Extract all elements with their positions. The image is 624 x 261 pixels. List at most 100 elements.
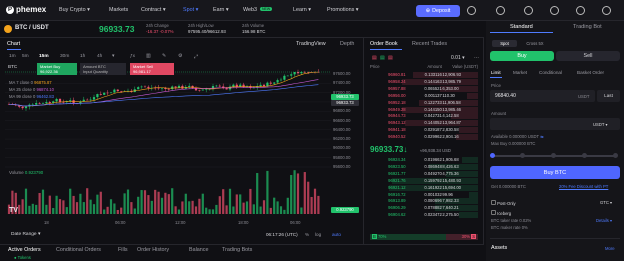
- log-toggle[interactable]: log: [315, 232, 321, 237]
- ask-row[interactable]: 96952.18 0.122733 11,906.58: [370, 99, 478, 106]
- tf-more-icon[interactable]: ▾: [112, 54, 114, 59]
- candle-body: [48, 102, 51, 104]
- tab-balance[interactable]: Balance: [189, 247, 208, 253]
- ob-view-asks-icon[interactable]: ▤: [388, 55, 393, 61]
- menu-item-contract[interactable]: Contract ▾: [141, 7, 166, 13]
- bid-row[interactable]: 96921.76 0.159792 15,480.93: [370, 177, 478, 184]
- bid-row[interactable]: 96921.12 0.161922 15,694.00: [370, 184, 478, 191]
- percent-toggle[interactable]: %: [305, 232, 309, 237]
- bid-row[interactable]: 96904.62 0.023472 2,275.50: [370, 212, 478, 219]
- market-buy-button[interactable]: Market Buy 96,922.36: [37, 63, 77, 75]
- slider-tick-50[interactable]: [551, 153, 556, 158]
- ask-row[interactable]: 96943.12 0.144052 13,964.87: [370, 120, 478, 127]
- assets-more-link[interactable]: More: [605, 246, 615, 251]
- last-price-button[interactable]: Last: [597, 90, 620, 102]
- ask-row[interactable]: 96956.00 0.001137 110.30: [370, 92, 478, 99]
- sell-tab[interactable]: Sell: [556, 51, 620, 61]
- market-sell-button[interactable]: Market Sell 96,981.17: [130, 63, 174, 75]
- order-type-basket[interactable]: Basket Order: [577, 70, 604, 75]
- bid-row[interactable]: 96921.77 0.049270 4,775.36: [370, 170, 478, 177]
- indicator-icon[interactable]: ƒx: [130, 54, 135, 59]
- tab-active-orders[interactable]: Active Orders: [8, 247, 41, 253]
- user-icon[interactable]: [524, 6, 533, 15]
- slider-tick-25[interactable]: [520, 153, 525, 158]
- tf-1h[interactable]: 1h: [80, 54, 85, 59]
- bid-row[interactable]: 96923.50 0.086948 8,426.63: [370, 163, 478, 170]
- amount-input[interactable]: Amount BTC Input Quantity: [80, 63, 126, 75]
- order-type-conditional[interactable]: Conditional: [539, 70, 562, 75]
- bid-row[interactable]: 96913.89 0.080696 7,982.33: [370, 198, 478, 205]
- mode-cross[interactable]: Cross 5X: [520, 40, 550, 47]
- bid-row[interactable]: 96916.72 0.001032 99.96: [370, 191, 478, 198]
- volume-bar: [75, 202, 79, 214]
- tab-standard[interactable]: Standard: [510, 24, 533, 30]
- tab-order-book[interactable]: Order Book: [370, 41, 398, 47]
- menu-item-buy-crypto[interactable]: Buy Crypto ▾: [59, 7, 90, 13]
- menu-item-spot[interactable]: Spot ▾: [183, 7, 198, 13]
- volume-bar: [171, 188, 174, 214]
- tab-conditional-orders[interactable]: Conditional Orders: [56, 247, 101, 253]
- amount-unit-select[interactable]: USDT ▾: [593, 122, 608, 127]
- ask-row[interactable]: 96958.24 0.144163 13,985.79: [370, 78, 478, 85]
- slider-tick-75[interactable]: [582, 153, 587, 158]
- tab-depth[interactable]: Depth: [340, 41, 354, 47]
- mode-spot[interactable]: Spot: [492, 40, 517, 47]
- ask-row[interactable]: 96957.88 0.065521 6,353.00: [370, 85, 478, 92]
- tab-trading-bot[interactable]: Trading Bot: [573, 24, 602, 30]
- ask-row[interactable]: 96949.28 0.144150 13,985.46: [370, 106, 478, 113]
- candle-body: [273, 82, 276, 84]
- ask-row[interactable]: 96941.18 0.029187 2,830.58: [370, 127, 478, 134]
- slider-tick-100[interactable]: [613, 153, 618, 158]
- menu-item-web3[interactable]: Web3: [243, 7, 257, 13]
- fee-discount-link[interactable]: 20% Fee Discount with PT: [559, 184, 608, 189]
- download-icon[interactable]: [550, 6, 559, 15]
- order-type-limit[interactable]: Limit: [491, 70, 501, 75]
- slider-handle[interactable]: [490, 153, 495, 158]
- orders-icon[interactable]: [496, 6, 505, 15]
- post-only-checkbox[interactable]: Post-Only: [491, 200, 516, 206]
- tf-4h[interactable]: 4h: [97, 54, 102, 59]
- candle-type-icon[interactable]: ▥: [146, 54, 151, 59]
- bid-row[interactable]: 96906.29 0.078882 7,640.21: [370, 205, 478, 212]
- tab-trading-bots[interactable]: Trading Bots: [222, 247, 252, 253]
- menu-item-promotions[interactable]: Promotions ▾: [327, 7, 358, 13]
- volume-bar: [269, 207, 272, 214]
- fee-details-link[interactable]: Details ▾: [596, 218, 612, 223]
- tif-select[interactable]: GTC ▾: [600, 200, 612, 205]
- precision-select[interactable]: 0.01 ▾: [451, 55, 465, 61]
- bid-row[interactable]: 96924.34 0.019662 1,905.68: [370, 157, 478, 163]
- tab-fills[interactable]: Fills: [118, 247, 128, 253]
- date-range-button[interactable]: Date Range ▾: [11, 232, 40, 237]
- tab-tradingview[interactable]: TradingView: [296, 41, 326, 47]
- pair-selector[interactable]: BTC / USDT: [15, 25, 49, 31]
- globe-icon[interactable]: [576, 6, 585, 15]
- menu-item-learn[interactable]: Learn ▾: [293, 7, 311, 13]
- auto-toggle[interactable]: auto: [332, 232, 341, 237]
- fullscreen-icon[interactable]: ⤢: [194, 54, 198, 60]
- tf-1m[interactable]: 1m: [9, 54, 16, 59]
- ob-value: 12,906.93: [442, 72, 462, 77]
- assets-icon[interactable]: [467, 6, 476, 15]
- settings-icon[interactable]: ⚙: [178, 54, 182, 59]
- menu-item-markets[interactable]: Markets: [109, 7, 128, 13]
- chart-title[interactable]: Chart: [7, 41, 20, 47]
- buy-btc-button[interactable]: Buy BTC: [490, 166, 620, 179]
- order-type-market[interactable]: Market: [513, 70, 527, 75]
- ask-row[interactable]: 96960.81 0.133116 12,906.93: [370, 72, 478, 78]
- ob-more-icon[interactable]: ⋯: [474, 55, 479, 61]
- tab-recent-trades[interactable]: Recent Trades: [412, 41, 447, 47]
- tf-15m[interactable]: 15m: [39, 54, 49, 59]
- ob-view-both-icon[interactable]: ▤: [372, 55, 377, 61]
- tf-5m[interactable]: 5m: [22, 54, 29, 59]
- iceberg-checkbox[interactable]: Iceberg: [491, 210, 511, 216]
- tab-order-history[interactable]: Order History: [137, 247, 169, 253]
- deposit-button[interactable]: ⊕ Deposit: [416, 5, 460, 17]
- ask-row[interactable]: 96940.52 0.029962 2,904.16: [370, 134, 478, 141]
- menu-item-earn[interactable]: Earn ▾: [213, 7, 229, 13]
- settings-icon[interactable]: [602, 6, 611, 15]
- buy-tab[interactable]: Buy: [490, 51, 554, 61]
- ask-row[interactable]: 96944.73 0.042731 4,142.58: [370, 113, 478, 120]
- drawing-icon[interactable]: ✎: [162, 54, 166, 59]
- ob-view-bids-icon[interactable]: ▤: [380, 55, 385, 61]
- tf-30m[interactable]: 30m: [60, 54, 69, 59]
